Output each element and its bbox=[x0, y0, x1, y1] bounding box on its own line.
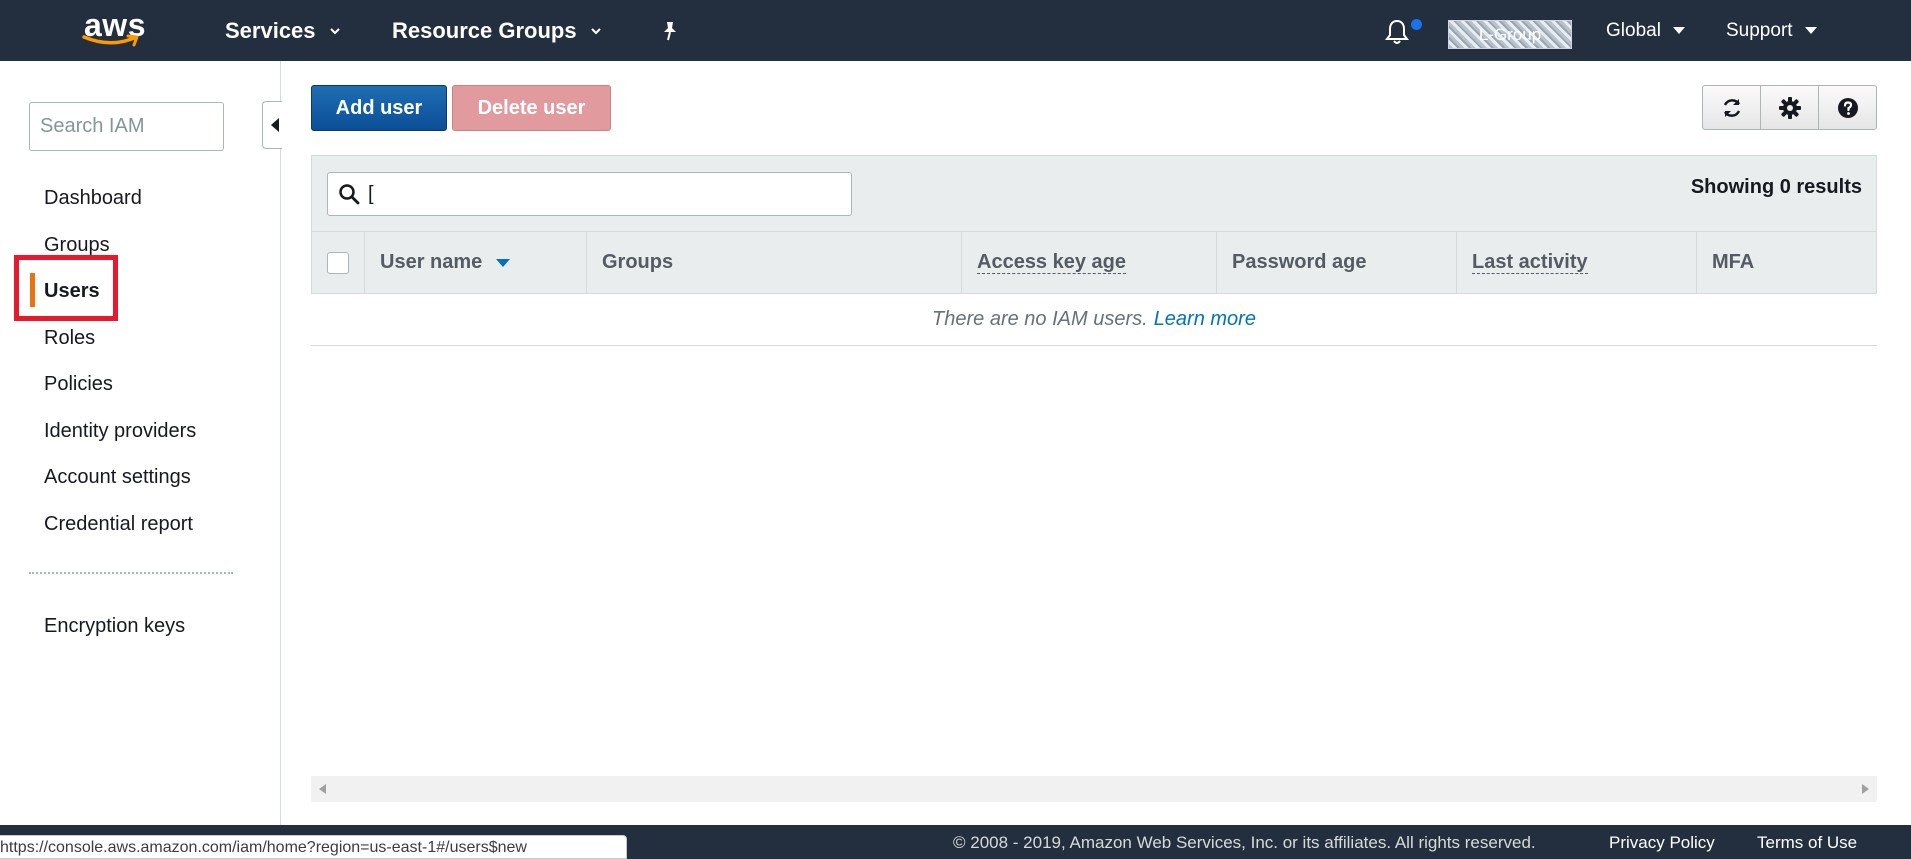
column-label: MFA bbox=[1712, 251, 1755, 273]
select-all-checkbox[interactable] bbox=[327, 251, 349, 274]
sidebar-divider bbox=[29, 572, 233, 574]
column-mfa[interactable]: MFA bbox=[1697, 232, 1876, 293]
sort-desc-icon bbox=[496, 258, 511, 267]
table-header: User name Groups Access key age Password… bbox=[311, 231, 1877, 294]
refresh-icon bbox=[1723, 98, 1740, 117]
help-button[interactable] bbox=[1819, 86, 1876, 129]
caret-down-icon bbox=[1672, 27, 1685, 34]
table-filter-bar: [ Showing 0 results bbox=[311, 155, 1877, 231]
browser-status-url: https://console.aws.amazon.com/iam/home?… bbox=[0, 835, 627, 859]
column-label: Last activity bbox=[1472, 251, 1588, 274]
support-menu[interactable]: Support bbox=[1726, 0, 1817, 61]
chevron-down-icon bbox=[329, 27, 340, 34]
users-table: [ Showing 0 results User name Groups Acc… bbox=[311, 155, 1877, 346]
notification-dot bbox=[1411, 19, 1422, 30]
resource-groups-menu[interactable]: Resource Groups bbox=[392, 0, 603, 61]
column-last-activity[interactable]: Last activity bbox=[1457, 232, 1697, 293]
scroll-right-icon[interactable] bbox=[1862, 784, 1869, 794]
filter-value: [ bbox=[368, 182, 374, 205]
help-icon bbox=[1837, 97, 1858, 118]
search-iam-input[interactable] bbox=[29, 102, 224, 151]
sidebar-item-encryption-keys[interactable]: Encryption keys bbox=[44, 615, 185, 638]
scroll-left-icon[interactable] bbox=[319, 784, 326, 794]
terms-of-use-link[interactable]: Terms of Use bbox=[1757, 833, 1857, 853]
chevron-down-icon bbox=[590, 27, 601, 34]
settings-button[interactable] bbox=[1761, 86, 1819, 129]
empty-state-text: There are no IAM users. bbox=[932, 308, 1148, 330]
top-navigation-bar: aws Services Resource Groups L-Group Glo… bbox=[0, 0, 1911, 61]
column-access-key-age[interactable]: Access key age bbox=[962, 232, 1217, 293]
sidebar: Dashboard Groups Users Roles Policies Id… bbox=[0, 61, 281, 825]
table-actions-group bbox=[1702, 85, 1877, 130]
highlight-annotation bbox=[14, 255, 118, 321]
copyright-text: © 2008 - 2019, Amazon Web Services, Inc.… bbox=[953, 833, 1536, 852]
sidebar-item-roles[interactable]: Roles bbox=[44, 327, 95, 350]
filter-users-input[interactable]: [ bbox=[327, 172, 852, 216]
column-label: Groups bbox=[602, 251, 674, 273]
column-user-name[interactable]: User name bbox=[365, 232, 587, 293]
pin-icon bbox=[664, 21, 676, 40]
aws-logo[interactable]: aws bbox=[80, 8, 150, 52]
region-label: Global bbox=[1606, 19, 1661, 41]
refresh-button[interactable] bbox=[1703, 86, 1761, 129]
support-label: Support bbox=[1726, 19, 1793, 41]
account-menu[interactable]: L-Group bbox=[1448, 20, 1572, 49]
results-count: Showing 0 results bbox=[1690, 176, 1862, 198]
resource-groups-label: Resource Groups bbox=[392, 17, 577, 43]
pin-button[interactable] bbox=[660, 0, 680, 61]
privacy-policy-link[interactable]: Privacy Policy bbox=[1609, 833, 1715, 853]
sidebar-item-credential-report[interactable]: Credential report bbox=[44, 513, 193, 536]
region-menu[interactable]: Global bbox=[1606, 0, 1685, 61]
sidebar-item-identity-providers[interactable]: Identity providers bbox=[44, 420, 196, 443]
delete-user-button[interactable]: Delete user bbox=[452, 85, 611, 131]
search-icon bbox=[339, 184, 360, 205]
empty-state-row: There are no IAM users. Learn more bbox=[311, 294, 1877, 346]
column-label: Access key age bbox=[977, 251, 1127, 274]
horizontal-scrollbar[interactable] bbox=[311, 776, 1877, 802]
column-label: User name bbox=[380, 251, 483, 273]
aws-smile-icon bbox=[82, 34, 139, 47]
caret-down-icon bbox=[1804, 27, 1817, 34]
gear-icon bbox=[1778, 96, 1801, 119]
sidebar-item-account-settings[interactable]: Account settings bbox=[44, 466, 191, 489]
sidebar-item-dashboard[interactable]: Dashboard bbox=[44, 187, 142, 210]
services-menu[interactable]: Services bbox=[225, 0, 342, 61]
sidebar-item-groups[interactable]: Groups bbox=[44, 234, 110, 257]
column-label: Password age bbox=[1232, 251, 1367, 273]
select-all-cell bbox=[312, 232, 365, 293]
sidebar-item-policies[interactable]: Policies bbox=[44, 373, 113, 396]
column-groups[interactable]: Groups bbox=[587, 232, 962, 293]
add-user-button[interactable]: Add user bbox=[311, 85, 447, 131]
sidebar-collapse-button[interactable] bbox=[262, 101, 282, 149]
collapse-left-icon bbox=[270, 118, 279, 132]
account-label: L-Group bbox=[1478, 24, 1542, 44]
column-password-age[interactable]: Password age bbox=[1217, 232, 1457, 293]
services-label: Services bbox=[225, 17, 316, 43]
bell-icon[interactable] bbox=[1384, 18, 1410, 46]
learn-more-link[interactable]: Learn more bbox=[1154, 308, 1256, 331]
